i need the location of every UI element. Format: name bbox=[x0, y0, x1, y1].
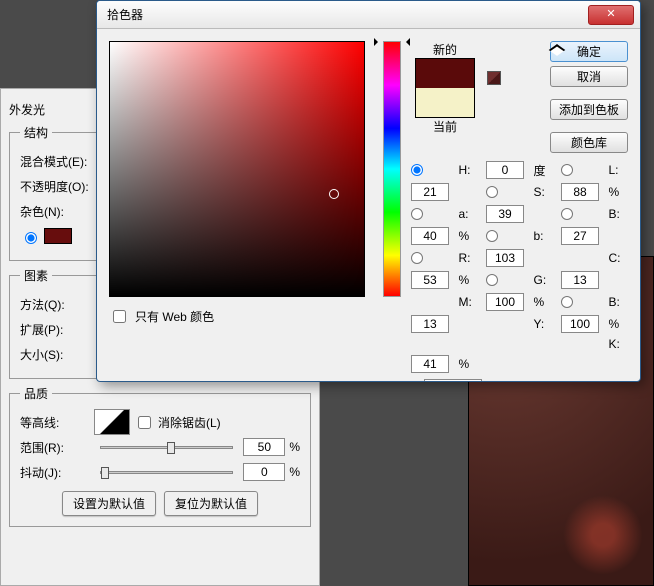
m-input[interactable] bbox=[486, 293, 524, 311]
cancel-button[interactable]: 取消 bbox=[550, 66, 628, 87]
close-button[interactable]: ✕ bbox=[588, 5, 634, 25]
method-label: 方法(Q): bbox=[20, 296, 90, 313]
set-default-button[interactable]: 设置为默认值 bbox=[62, 491, 156, 516]
noise-label: 杂色(N): bbox=[20, 203, 90, 220]
dialog-title: 拾色器 bbox=[107, 6, 588, 23]
quality-legend: 品质 bbox=[20, 385, 52, 402]
r-radio[interactable] bbox=[411, 252, 423, 264]
new-color-label: 新的 bbox=[433, 41, 457, 58]
a-input[interactable] bbox=[486, 205, 524, 223]
elements-legend: 图素 bbox=[20, 267, 52, 284]
color-field-marker bbox=[329, 189, 339, 199]
c-input[interactable] bbox=[411, 271, 449, 289]
current-color-label: 当前 bbox=[433, 118, 457, 135]
blend-mode-label: 混合模式(E): bbox=[20, 153, 90, 170]
range-unit: % bbox=[289, 440, 300, 454]
b-lab-radio[interactable] bbox=[486, 230, 498, 242]
spread-label: 扩展(P): bbox=[20, 321, 90, 338]
hex-input[interactable] bbox=[424, 379, 482, 382]
jitter-label: 抖动(J): bbox=[20, 464, 90, 481]
color-field[interactable] bbox=[109, 41, 365, 297]
color-fields: H:度 L: S:% a: B:% b: R: C:% G: M:% B: Y:… bbox=[411, 161, 628, 373]
g-radio[interactable] bbox=[486, 274, 498, 286]
color-radio[interactable] bbox=[25, 232, 37, 244]
k-input[interactable] bbox=[411, 355, 449, 373]
range-label: 范围(R): bbox=[20, 439, 90, 456]
y-input[interactable] bbox=[561, 315, 599, 333]
color-picker-dialog: 拾色器 ✕ 只有 Web 颜色 新的 当前 bbox=[96, 0, 641, 382]
dialog-titlebar[interactable]: 拾色器 ✕ bbox=[97, 1, 640, 29]
b-lab-input[interactable] bbox=[561, 227, 599, 245]
reset-default-button[interactable]: 复位为默认值 bbox=[164, 491, 258, 516]
add-swatch-button[interactable]: 添加到色板 bbox=[550, 99, 628, 120]
antialias-label: 消除锯齿(L) bbox=[158, 414, 221, 431]
s-input[interactable] bbox=[561, 183, 599, 201]
web-colors-label: 只有 Web 颜色 bbox=[135, 308, 214, 325]
jitter-slider[interactable] bbox=[100, 471, 233, 474]
b-rgb-radio[interactable] bbox=[561, 296, 573, 308]
color-lib-button[interactable]: 颜色库 bbox=[550, 132, 628, 153]
range-input[interactable] bbox=[243, 438, 285, 456]
jitter-input[interactable] bbox=[243, 463, 285, 481]
g-input[interactable] bbox=[561, 271, 599, 289]
s-radio[interactable] bbox=[486, 186, 498, 198]
size-label: 大小(S): bbox=[20, 346, 90, 363]
b-rgb-input[interactable] bbox=[411, 315, 449, 333]
color-swatch[interactable] bbox=[44, 228, 72, 244]
ok-button[interactable]: 确定 bbox=[550, 41, 628, 62]
hue-slider[interactable] bbox=[383, 41, 401, 297]
color-preview bbox=[415, 58, 475, 118]
a-radio[interactable] bbox=[411, 208, 423, 220]
r-input[interactable] bbox=[486, 249, 524, 267]
structure-legend: 结构 bbox=[20, 124, 52, 141]
l-input[interactable] bbox=[411, 183, 449, 201]
h-radio[interactable] bbox=[411, 164, 423, 176]
contour-picker[interactable] bbox=[94, 409, 130, 435]
cube-icon[interactable] bbox=[487, 71, 501, 85]
opacity-label: 不透明度(O): bbox=[20, 178, 90, 195]
l-radio[interactable] bbox=[561, 164, 573, 176]
contour-label: 等高线: bbox=[20, 414, 90, 431]
quality-group: 品质 等高线: 消除锯齿(L) 范围(R): % 抖动(J): % 设置为默认值… bbox=[9, 385, 311, 527]
jitter-unit: % bbox=[289, 465, 300, 479]
hex-prefix: # bbox=[411, 381, 418, 382]
h-input[interactable] bbox=[486, 161, 524, 179]
b-hsb-radio[interactable] bbox=[561, 208, 573, 220]
web-colors-checkbox[interactable] bbox=[113, 310, 126, 323]
range-slider[interactable] bbox=[100, 446, 233, 449]
b-hsb-input[interactable] bbox=[411, 227, 449, 245]
antialias-checkbox[interactable] bbox=[138, 416, 151, 429]
